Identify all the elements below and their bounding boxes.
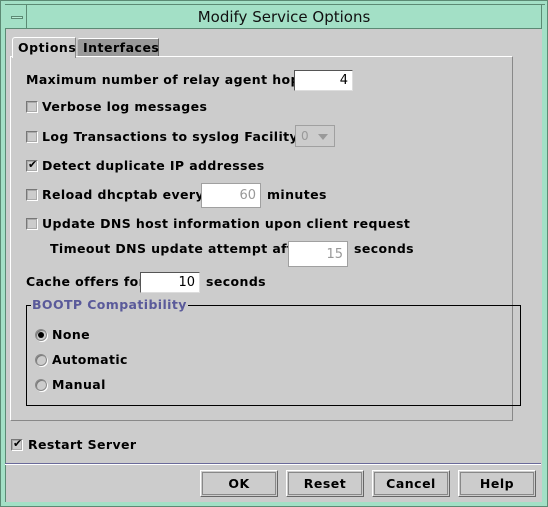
cache-offers-input[interactable]: 10 xyxy=(140,272,200,293)
syslog-facility-select[interactable]: 0 xyxy=(295,125,335,147)
verbose-checkbox[interactable] xyxy=(26,101,38,113)
cache-offers-label: Cache offers for xyxy=(26,274,146,289)
cache-offers-unit: seconds xyxy=(206,274,267,289)
check-icon: ✔ xyxy=(28,158,38,171)
bootp-none-label[interactable]: None xyxy=(52,327,90,342)
ok-button[interactable]: OK xyxy=(200,470,278,497)
tab-options[interactable]: Options xyxy=(12,37,76,58)
reload-dhcptab-unit: minutes xyxy=(267,187,327,202)
check-icon: ✔ xyxy=(13,437,23,450)
restart-server-label[interactable]: Restart Server xyxy=(28,437,136,452)
window-menu-button[interactable] xyxy=(10,9,24,25)
syslog-facility-value: 0 xyxy=(301,129,309,143)
max-hops-label: Maximum number of relay agent hops: xyxy=(26,72,314,87)
cancel-button[interactable]: Cancel xyxy=(372,470,450,497)
reload-dhcptab-label[interactable]: Reload dhcptab every xyxy=(42,187,204,202)
verbose-label[interactable]: Verbose log messages xyxy=(42,99,207,114)
update-dns-label[interactable]: Update DNS host information upon client … xyxy=(42,216,410,231)
radio-selected-icon xyxy=(38,332,44,338)
chevron-down-icon xyxy=(318,134,328,140)
window-title: Modify Service Options xyxy=(197,8,371,26)
reset-button[interactable]: Reset xyxy=(286,470,364,497)
detect-duplicate-label[interactable]: Detect duplicate IP addresses xyxy=(42,158,265,173)
update-dns-checkbox[interactable] xyxy=(26,218,38,230)
max-hops-input[interactable]: 4 xyxy=(294,70,353,91)
dns-timeout-input[interactable]: 15 xyxy=(288,241,348,267)
restart-server-checkbox[interactable]: ✔ xyxy=(11,437,23,451)
log-transactions-checkbox[interactable] xyxy=(26,131,38,143)
button-separator xyxy=(5,463,541,465)
reload-dhcptab-checkbox[interactable] xyxy=(26,189,38,201)
help-button[interactable]: Help xyxy=(458,470,536,497)
bootp-group-title: BOOTP Compatibility xyxy=(31,297,188,312)
bootp-none-radio[interactable] xyxy=(35,329,47,341)
bootp-manual-label[interactable]: Manual xyxy=(52,377,106,392)
title-bar[interactable]: Modify Service Options xyxy=(5,5,542,29)
detect-duplicate-checkbox[interactable]: ✔ xyxy=(26,158,38,172)
dns-timeout-label: Timeout DNS update attempt after xyxy=(50,241,309,256)
log-transactions-label[interactable]: Log Transactions to syslog Facility: xyxy=(42,129,303,144)
reload-dhcptab-input[interactable]: 60 xyxy=(201,183,261,208)
bootp-manual-radio[interactable] xyxy=(35,379,47,391)
dns-timeout-unit: seconds xyxy=(354,241,415,256)
bootp-automatic-label[interactable]: Automatic xyxy=(52,352,128,367)
window-menu-icon xyxy=(11,16,23,19)
bootp-automatic-radio[interactable] xyxy=(35,354,47,366)
tab-interfaces[interactable]: Interfaces xyxy=(77,38,159,56)
